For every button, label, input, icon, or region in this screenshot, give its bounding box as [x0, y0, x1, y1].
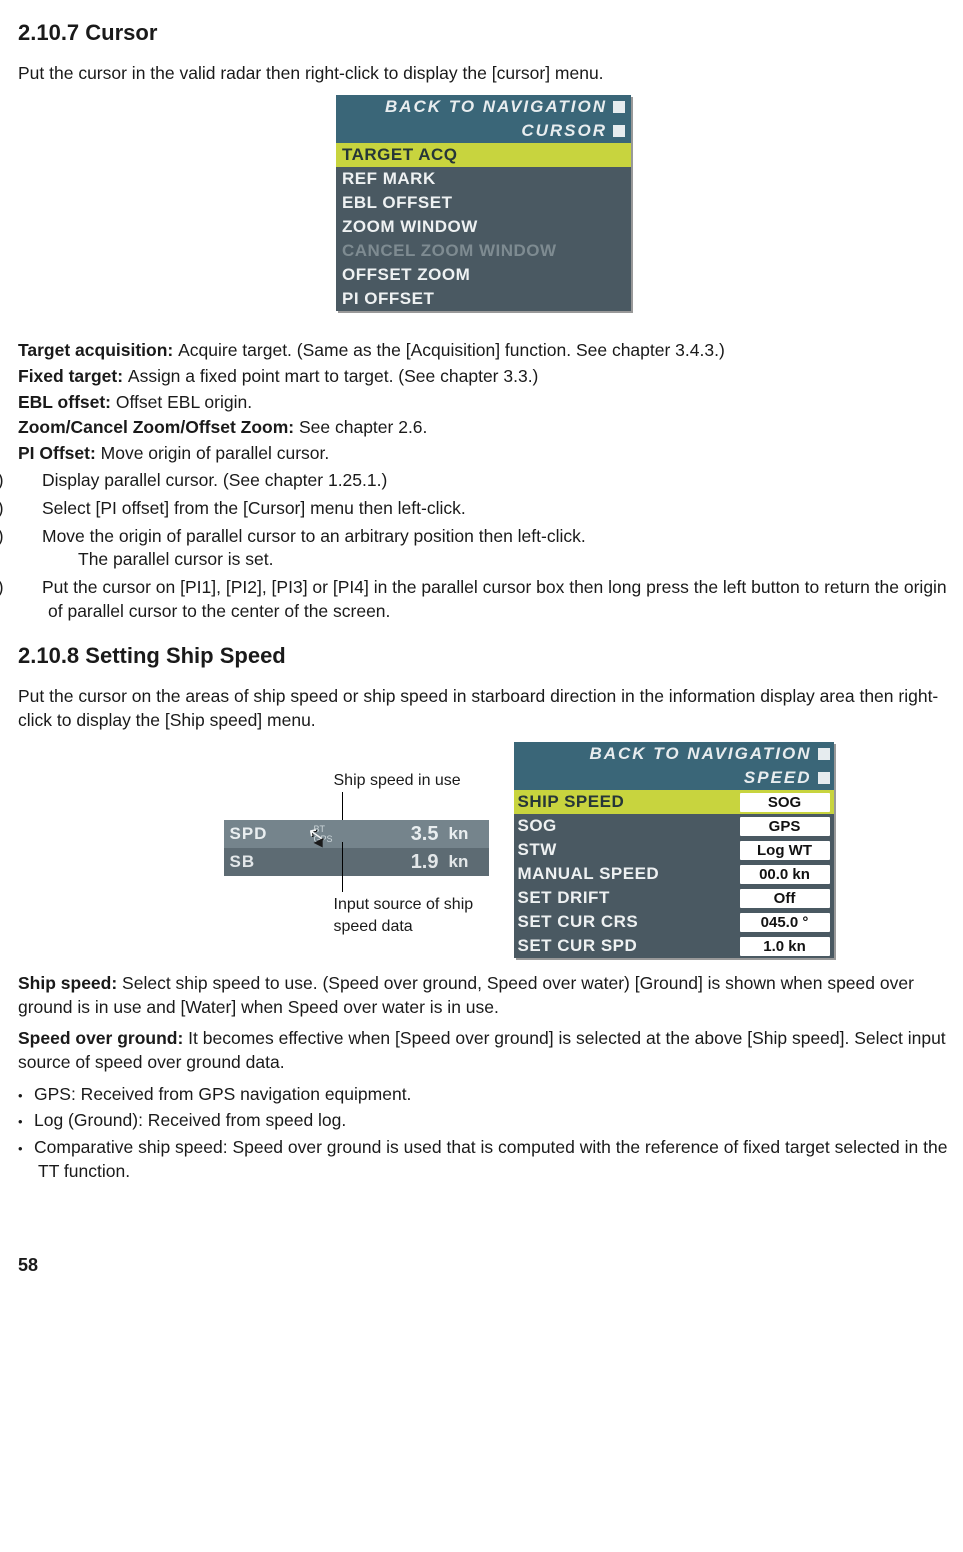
menu-item-sog[interactable]: SOG GPS [514, 814, 834, 838]
menu-item-ref-mark[interactable]: REF MARK [336, 167, 631, 191]
bullet-log-ground: Log (Ground): Received from speed log. [18, 1109, 949, 1133]
spd-label: SPD [224, 823, 314, 846]
menu-item-ebl-offset[interactable]: EBL OFFSET [336, 191, 631, 215]
def-speed-over-ground: Speed over ground: It becomes effective … [18, 1027, 949, 1074]
return-icon [818, 772, 830, 784]
def-target-acquisition: Target acquisition: Acquire target. (Sam… [18, 339, 949, 363]
section-heading-cursor: 2.10.7 Cursor [18, 18, 949, 48]
stw-value[interactable]: Log WT [740, 841, 830, 860]
def-zoom: Zoom/Cancel Zoom/Offset Zoom: See chapte… [18, 416, 949, 440]
callout-line [342, 792, 344, 822]
set-drift-value[interactable]: Off [740, 889, 830, 908]
menu-item-stw[interactable]: STW Log WT [514, 838, 834, 862]
def-fixed-target: Fixed target: Assign a fixed point mart … [18, 365, 949, 389]
menu-item-manual-speed[interactable]: MANUAL SPEED 00.0 kn [514, 862, 834, 886]
menu-back-to-navigation[interactable]: BACK TO NAVIGATION [514, 742, 834, 766]
ship-speed-intro: Put the cursor on the areas of ship spee… [18, 685, 949, 732]
sog-value[interactable]: GPS [740, 817, 830, 836]
spd-row[interactable]: SPD BTGPS 3.5 kn [224, 820, 489, 848]
menu-title-label: CURSOR [342, 120, 607, 143]
return-icon [818, 748, 830, 760]
callout-line [342, 842, 344, 892]
def-ebl-offset: EBL offset: Offset EBL origin. [18, 391, 949, 415]
section-heading-ship-speed: 2.10.8 Setting Ship Speed [18, 641, 949, 671]
menu-item-zoom-window[interactable]: ZOOM WINDOW [336, 215, 631, 239]
menu-title-cursor[interactable]: CURSOR [336, 119, 631, 143]
set-cur-spd-value[interactable]: 1.0 kn [740, 937, 830, 956]
step-1: 1)Display parallel cursor. (See chapter … [18, 469, 949, 493]
callout-ship-speed-in-use: Ship speed in use [334, 770, 461, 792]
menu-title-label: SPEED [518, 767, 812, 790]
def-pi-offset: PI Offset: Move origin of parallel curso… [18, 442, 949, 466]
cursor-intro: Put the cursor in the valid radar then r… [18, 62, 949, 86]
def-ship-speed: Ship speed: Select ship speed to use. (S… [18, 972, 949, 1019]
spd-unit: kn [449, 823, 489, 846]
sb-label: SB [224, 851, 314, 874]
cursor-menu-figure: BACK TO NAVIGATION CURSOR TARGET ACQ REF… [336, 95, 631, 311]
page-number: 58 [18, 1253, 949, 1277]
step-3: 3)Move the origin of parallel cursor to … [18, 525, 949, 572]
menu-item-target-acq[interactable]: TARGET ACQ [336, 143, 631, 167]
speed-menu-figure: BACK TO NAVIGATION SPEED SHIP SPEED SOG … [514, 742, 834, 958]
manual-speed-value[interactable]: 00.0 kn [740, 865, 830, 884]
menu-back-label: BACK TO NAVIGATION [342, 96, 607, 119]
speed-callout-figure: Ship speed in use ◀ SPD BTGPS 3.5 kn SB … [134, 742, 514, 942]
menu-item-set-drift[interactable]: SET DRIFT Off [514, 886, 834, 910]
return-icon [613, 101, 625, 113]
sb-unit: kn [449, 851, 489, 874]
step-2: 2)Select [PI offset] from the [Cursor] m… [18, 497, 949, 521]
sb-row[interactable]: SB 1.9 kn [224, 848, 489, 876]
speed-display-box[interactable]: SPD BTGPS 3.5 kn SB 1.9 kn [224, 820, 489, 876]
return-icon [613, 125, 625, 137]
sb-value: 1.9 [344, 849, 449, 876]
bullet-gps: GPS: Received from GPS navigation equipm… [18, 1083, 949, 1107]
menu-item-offset-zoom[interactable]: OFFSET ZOOM [336, 263, 631, 287]
ship-speed-value[interactable]: SOG [740, 793, 830, 812]
callout-input-source: Input source of ship speed data [334, 894, 514, 937]
menu-back-label: BACK TO NAVIGATION [518, 743, 812, 766]
menu-back-to-navigation[interactable]: BACK TO NAVIGATION [336, 95, 631, 119]
step-4: 4)Put the cursor on [PI1], [PI2], [PI3] … [18, 576, 949, 623]
bullet-comparative: Comparative ship speed: Speed over groun… [18, 1136, 949, 1183]
menu-title-speed[interactable]: SPEED [514, 766, 834, 790]
menu-item-pi-offset[interactable]: PI OFFSET [336, 287, 631, 311]
menu-item-ship-speed[interactable]: SHIP SPEED SOG [514, 790, 834, 814]
menu-item-set-cur-crs[interactable]: SET CUR CRS 045.0 ° [514, 910, 834, 934]
set-cur-crs-value[interactable]: 045.0 ° [740, 913, 830, 932]
spd-value: 3.5 [344, 821, 449, 848]
menu-item-cancel-zoom: CANCEL ZOOM WINDOW [336, 239, 631, 263]
arrow-icon: ◀ [314, 834, 323, 850]
menu-item-set-cur-spd[interactable]: SET CUR SPD 1.0 kn [514, 934, 834, 958]
